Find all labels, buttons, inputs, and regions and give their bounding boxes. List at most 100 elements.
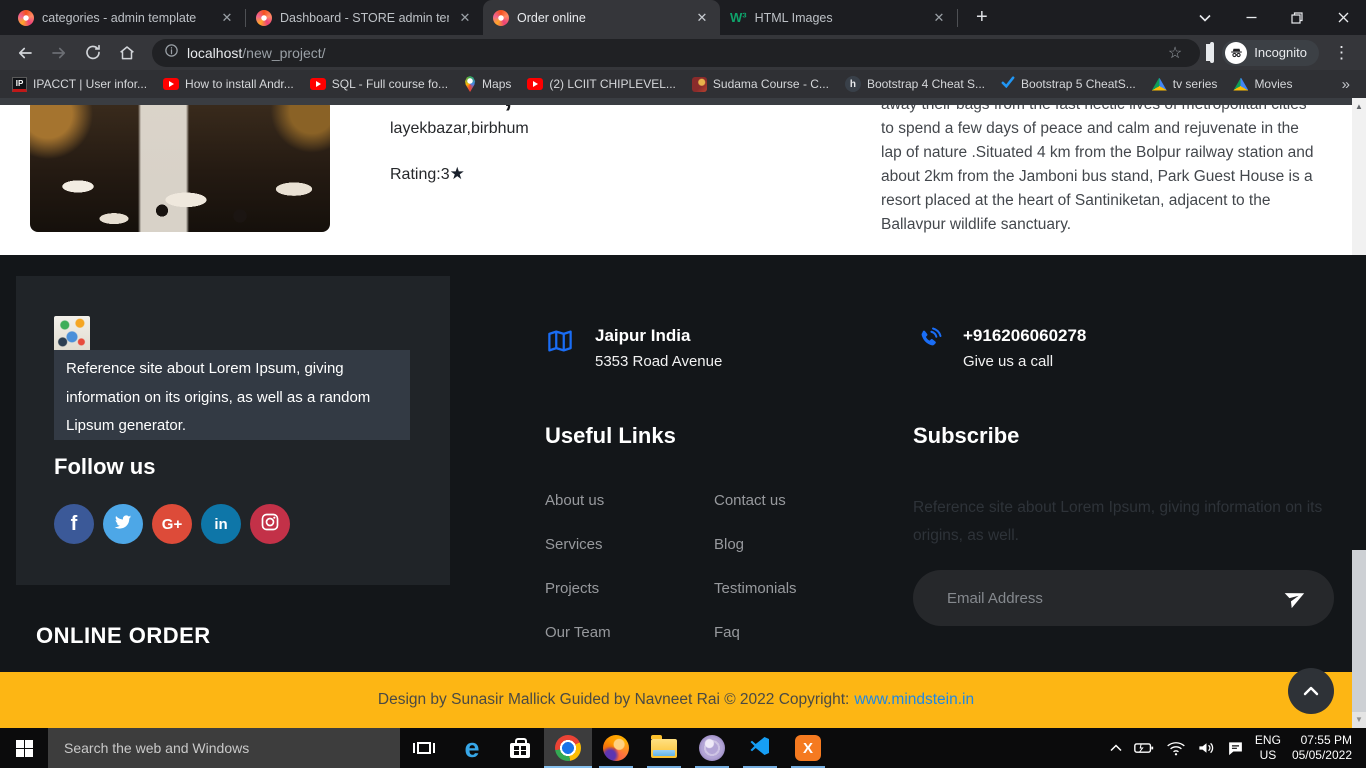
bookmark-tv-series[interactable]: tv series bbox=[1152, 77, 1218, 91]
url-host: localhost bbox=[187, 45, 242, 61]
linkedin-link[interactable]: in bbox=[201, 504, 241, 544]
link-testimonials[interactable]: Testimonials bbox=[714, 580, 797, 597]
chrome-icon bbox=[555, 735, 581, 761]
bookmark-lciit[interactable]: (2) LCIIT CHIPLEVEL... bbox=[527, 77, 676, 91]
sudama-icon bbox=[692, 77, 707, 92]
social-links: f G+ in bbox=[54, 504, 290, 544]
close-window-button[interactable] bbox=[1320, 0, 1366, 35]
windows-taskbar: e X ENG US 07:55 PM 05/05/2022 bbox=[0, 728, 1366, 768]
taskbar-search[interactable] bbox=[48, 728, 400, 768]
minimize-button[interactable] bbox=[1228, 0, 1274, 35]
mindstein-link[interactable]: www.mindstein.in bbox=[854, 691, 974, 709]
instagram-link[interactable] bbox=[250, 504, 290, 544]
facebook-link[interactable]: f bbox=[54, 504, 94, 544]
taskbar-file-explorer[interactable] bbox=[640, 728, 688, 768]
copyright-bar: Design by Sunasir Mallick Guided by Navn… bbox=[0, 672, 1352, 728]
region-code: US bbox=[1255, 748, 1281, 763]
tray-chevron-up-icon[interactable] bbox=[1110, 744, 1122, 752]
bookmark-movies[interactable]: Movies bbox=[1233, 77, 1292, 91]
youtube-icon bbox=[163, 78, 179, 90]
back-button[interactable] bbox=[10, 38, 40, 68]
tab-dashboard[interactable]: Dashboard - STORE admin templ ✕ bbox=[246, 0, 483, 35]
forward-button[interactable] bbox=[44, 38, 74, 68]
site-favicon-icon bbox=[493, 10, 509, 26]
reload-button[interactable] bbox=[78, 38, 108, 68]
send-button[interactable] bbox=[1278, 584, 1314, 613]
tab-search-chevron-icon[interactable] bbox=[1182, 0, 1228, 35]
taskbar-firefox[interactable] bbox=[592, 728, 640, 768]
taskbar-edge[interactable]: e bbox=[448, 728, 496, 768]
tab-close-icon[interactable]: ✕ bbox=[219, 10, 235, 26]
tab-order-online-active[interactable]: Order online ✕ bbox=[483, 0, 720, 35]
new-tab-button[interactable]: + bbox=[970, 6, 994, 29]
w3schools-favicon-icon: W³ bbox=[730, 10, 747, 25]
bookmark-bootstrap4[interactable]: h Bootstrap 4 Cheat S... bbox=[845, 76, 985, 92]
tab-title: HTML Images bbox=[755, 11, 923, 25]
start-button[interactable] bbox=[0, 728, 48, 768]
home-button[interactable] bbox=[112, 38, 142, 68]
tab-html-images[interactable]: W³ HTML Images ✕ bbox=[720, 0, 957, 35]
email-input[interactable] bbox=[945, 589, 1278, 608]
bookmark-sql-course[interactable]: SQL - Full course fo... bbox=[310, 77, 448, 91]
bookmark-label: Bootstrap 4 Cheat S... bbox=[867, 77, 985, 91]
link-blog[interactable]: Blog bbox=[714, 536, 797, 553]
taskbar-clock[interactable]: 07:55 PM 05/05/2022 bbox=[1292, 733, 1356, 763]
twitter-link[interactable] bbox=[103, 504, 143, 544]
restore-window-button[interactable] bbox=[1274, 0, 1320, 35]
taskbar-store[interactable] bbox=[496, 728, 544, 768]
address-bar[interactable]: localhost/new_project/ ☆ bbox=[152, 39, 1200, 67]
scroll-to-top-button[interactable] bbox=[1288, 668, 1334, 714]
task-view-button[interactable] bbox=[400, 728, 448, 768]
google-plus-link[interactable]: G+ bbox=[152, 504, 192, 544]
scrollbar-up-arrow[interactable]: ▲ bbox=[1352, 98, 1366, 255]
subscribe-form bbox=[913, 570, 1334, 626]
taskbar-purple-app[interactable] bbox=[688, 728, 736, 768]
tab-close-icon[interactable]: ✕ bbox=[457, 10, 473, 26]
xampp-icon: X bbox=[795, 735, 821, 761]
wifi-icon[interactable] bbox=[1166, 740, 1186, 756]
taskbar-chrome[interactable] bbox=[544, 728, 592, 768]
task-view-icon bbox=[417, 742, 431, 754]
copyright-text: Design by Sunasir Mallick Guided by Navn… bbox=[378, 691, 850, 709]
chevron-up-icon bbox=[1303, 684, 1319, 699]
system-tray: ENG US 07:55 PM 05/05/2022 bbox=[1110, 728, 1366, 768]
scrollbar-thumb[interactable] bbox=[1352, 550, 1366, 712]
volume-icon[interactable] bbox=[1197, 740, 1216, 756]
incognito-badge: Incognito bbox=[1222, 40, 1319, 66]
link-projects[interactable]: Projects bbox=[545, 580, 611, 597]
tab-close-icon[interactable]: ✕ bbox=[694, 10, 710, 26]
google-drive-icon bbox=[1152, 78, 1167, 91]
bookmark-maps[interactable]: Maps bbox=[464, 76, 511, 92]
bookmark-sudama[interactable]: Sudama Course - C... bbox=[692, 77, 829, 92]
site-logo bbox=[54, 316, 90, 352]
bookmark-install-android[interactable]: How to install Andr... bbox=[163, 77, 294, 91]
facebook-icon: f bbox=[71, 513, 78, 536]
taskbar-xampp[interactable]: X bbox=[784, 728, 832, 768]
site-info-icon[interactable] bbox=[164, 43, 179, 63]
tab-categories[interactable]: categories - admin template ✕ bbox=[8, 0, 245, 35]
footer-links-col1: About us Services Projects Our Team bbox=[545, 492, 611, 641]
side-panel-icon[interactable] bbox=[1210, 44, 1214, 62]
battery-icon[interactable] bbox=[1133, 741, 1155, 755]
link-contact-us[interactable]: Contact us bbox=[714, 492, 797, 509]
browser-menu-icon[interactable]: ⋮ bbox=[1327, 43, 1356, 63]
bookmarks-overflow-icon[interactable]: » bbox=[1342, 76, 1354, 93]
link-faq[interactable]: Faq bbox=[714, 624, 797, 641]
language-indicator[interactable]: ENG US bbox=[1255, 733, 1281, 763]
action-center-icon[interactable] bbox=[1227, 740, 1244, 756]
link-about-us[interactable]: About us bbox=[545, 492, 611, 509]
scrollbar-down-arrow[interactable]: ▼ bbox=[1352, 712, 1366, 728]
youtube-icon bbox=[310, 78, 326, 90]
bookmark-ipacct[interactable]: IP IPACCT | User infor... bbox=[12, 77, 147, 92]
taskbar-search-input[interactable] bbox=[62, 739, 400, 757]
link-our-team[interactable]: Our Team bbox=[545, 624, 611, 641]
tab-close-icon[interactable]: ✕ bbox=[931, 10, 947, 26]
link-services[interactable]: Services bbox=[545, 536, 611, 553]
footer-links-col2: Contact us Blog Testimonials Faq bbox=[714, 492, 797, 641]
bookmark-star-icon[interactable]: ☆ bbox=[1162, 42, 1188, 64]
online-order-heading: ONLINE ORDER bbox=[36, 623, 211, 649]
taskbar-vscode[interactable] bbox=[736, 728, 784, 768]
bookmark-bootstrap5[interactable]: Bootstrap 5 CheatS... bbox=[1001, 75, 1136, 93]
listing-section: , layekbazar,birbhum Rating:3★ away thei… bbox=[0, 98, 1352, 255]
language-code: ENG bbox=[1255, 733, 1281, 748]
